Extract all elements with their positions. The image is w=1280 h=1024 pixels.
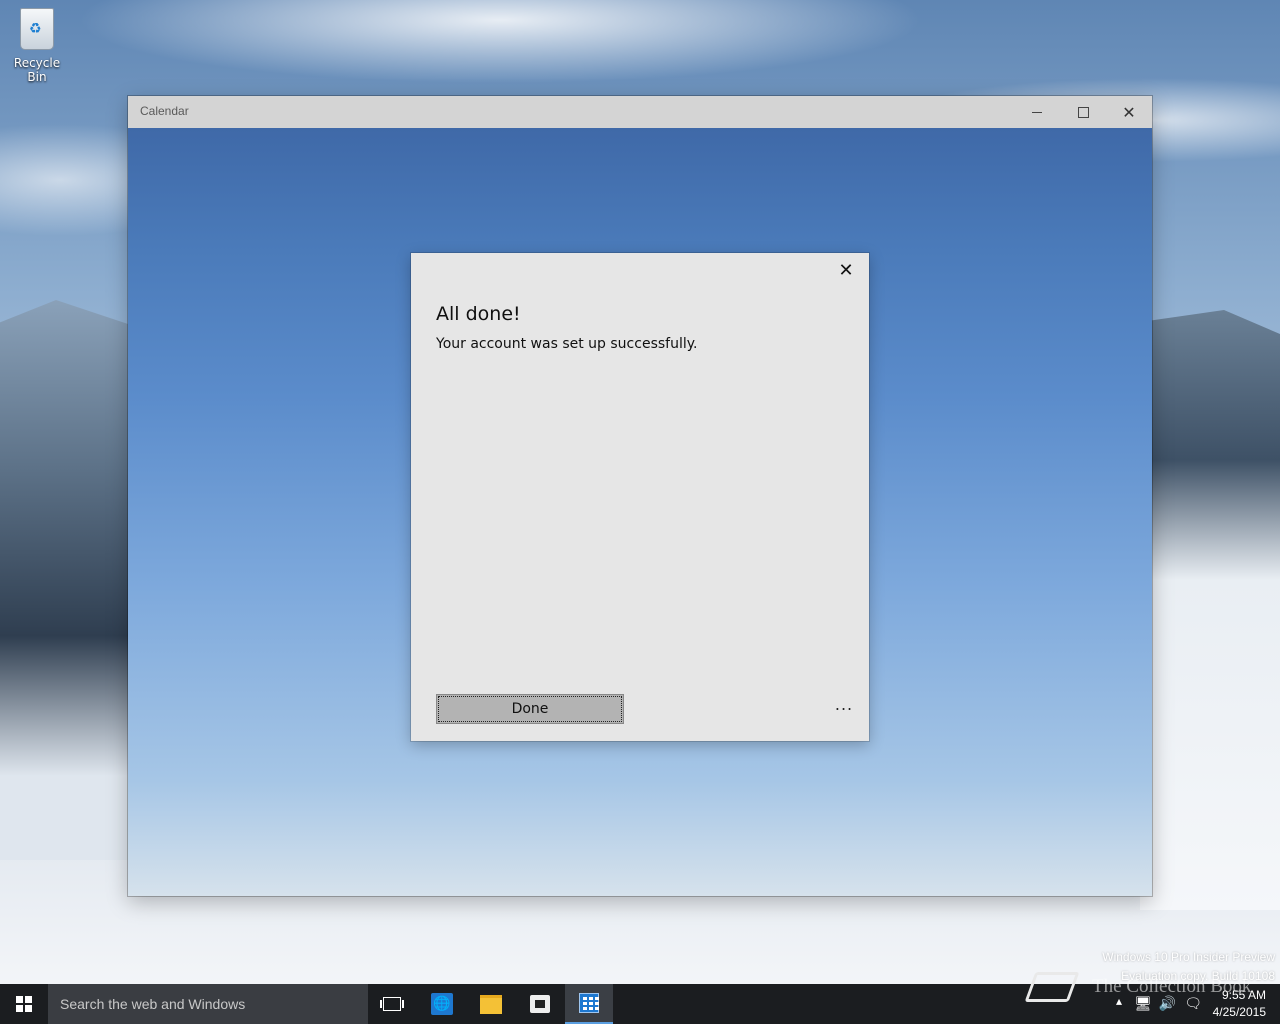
clock-date: 4/25/2015: [1212, 1005, 1266, 1019]
window-title: Calendar: [140, 104, 189, 118]
close-icon: ✕: [1122, 102, 1136, 122]
recycle-bin-icon: ♻: [20, 8, 54, 50]
desktop-icon-recycle-bin[interactable]: ♻ Recycle Bin: [4, 8, 70, 84]
close-icon: ✕: [838, 259, 854, 281]
more-options-button[interactable]: ...: [829, 691, 859, 717]
windows-logo-icon: [16, 996, 32, 1012]
dialog-heading: All done!: [436, 303, 521, 325]
watermark-line-1: Windows 10 Pro Insider Preview: [1102, 950, 1275, 964]
task-view-button[interactable]: [368, 984, 416, 1024]
dialog-close-button[interactable]: ✕: [831, 255, 861, 285]
done-button[interactable]: Done: [436, 694, 624, 724]
desktop-icon-label: Recycle Bin: [13, 56, 61, 84]
window-titlebar[interactable]: Calendar ✕: [128, 96, 1152, 128]
start-button[interactable]: [0, 984, 48, 1024]
maximize-icon: [1077, 106, 1089, 118]
folder-icon: [480, 994, 502, 1014]
task-view-icon: [380, 997, 404, 1011]
minimize-button[interactable]: [1014, 96, 1060, 128]
search-input[interactable]: Search the web and Windows: [48, 984, 368, 1024]
dialog-message: Your account was set up successfully.: [436, 336, 698, 352]
calendar-icon: [579, 993, 599, 1013]
internet-explorer-icon: 🌐: [431, 993, 453, 1015]
search-placeholder: Search the web and Windows: [60, 996, 246, 1012]
store-icon: [530, 995, 550, 1013]
logo-text: The Collection Book: [1092, 976, 1252, 997]
taskbar-file-explorer[interactable]: [467, 984, 515, 1024]
wallpaper-mountain-right: [1140, 310, 1280, 910]
account-setup-dialog: ✕ All done! Your account was set up succ…: [411, 253, 869, 741]
taskbar-internet-explorer[interactable]: 🌐: [418, 984, 466, 1024]
collection-book-logo: The Collection Book: [1024, 972, 1252, 1002]
wallpaper-mountain-left: [0, 300, 140, 860]
window-close-button[interactable]: ✕: [1106, 96, 1152, 128]
book-icon: [1024, 972, 1080, 1002]
taskbar-store[interactable]: [516, 984, 564, 1024]
minimize-icon: [1032, 111, 1042, 113]
taskbar-calendar[interactable]: [565, 984, 613, 1024]
maximize-button[interactable]: [1060, 96, 1106, 128]
